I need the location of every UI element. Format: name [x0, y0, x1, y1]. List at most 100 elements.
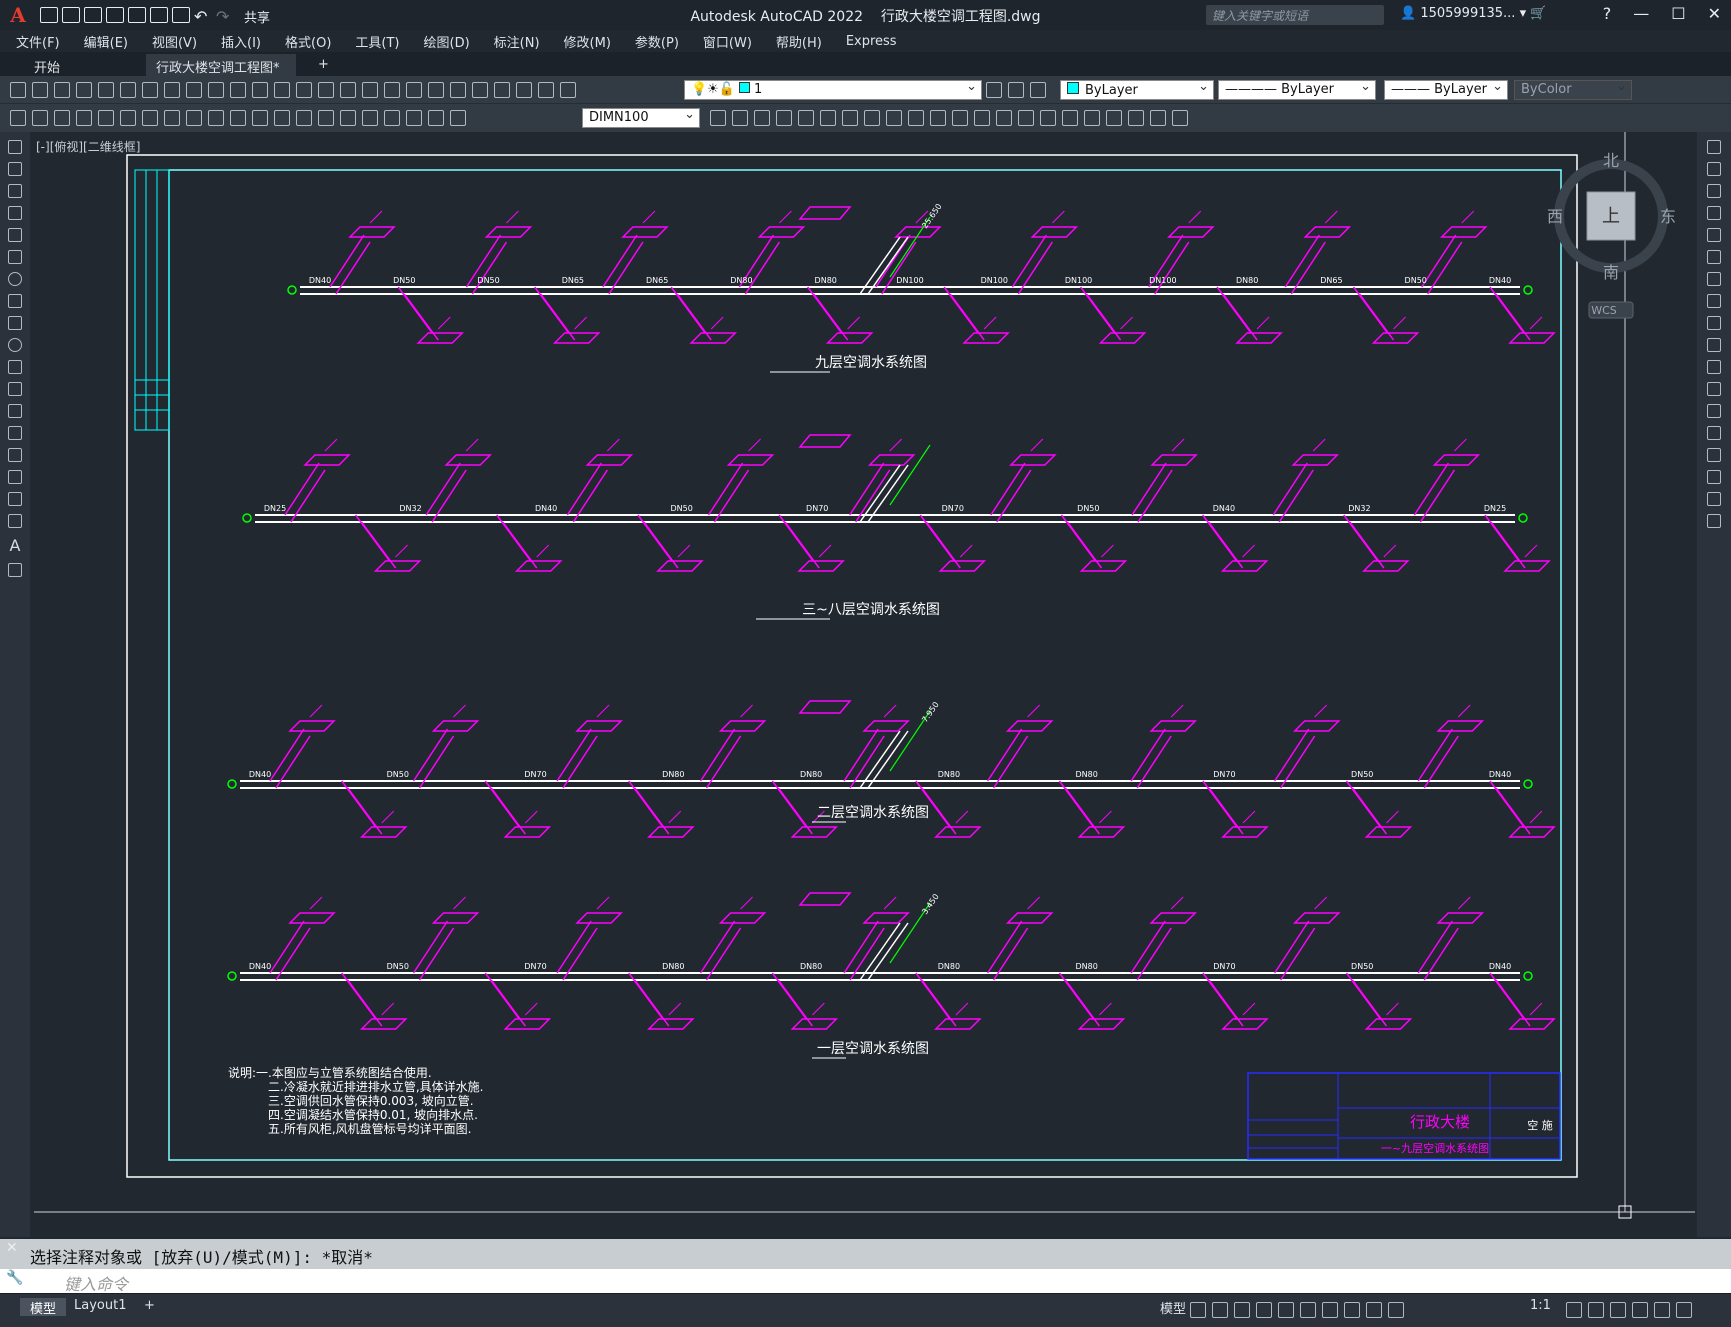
dimstyle-dropdown[interactable]: DIMN100: [582, 107, 700, 128]
fillet-icon[interactable]: [1707, 470, 1721, 484]
hatch-edit-icon[interactable]: [1172, 110, 1188, 126]
group-icon[interactable]: [1128, 110, 1144, 126]
osnap-icon[interactable]: [1322, 1302, 1338, 1318]
cut-icon[interactable]: [164, 82, 180, 98]
scale-icon[interactable]: [1707, 294, 1721, 308]
make-block-icon[interactable]: [8, 404, 22, 418]
break-at-point-icon[interactable]: [1707, 382, 1721, 396]
rotate-icon[interactable]: [1707, 272, 1721, 286]
add-selected-icon[interactable]: [8, 563, 22, 577]
dim-jogged-icon[interactable]: [142, 110, 158, 126]
close-command-icon[interactable]: ✕: [6, 1240, 18, 1256]
menu-file[interactable]: 文件(F): [16, 32, 60, 51]
point-icon[interactable]: [8, 426, 22, 440]
center-mark-icon[interactable]: [318, 110, 334, 126]
gradient-icon[interactable]: [8, 470, 22, 484]
preview-icon[interactable]: [98, 82, 114, 98]
layer-previous-icon[interactable]: [1008, 82, 1024, 98]
extend-icon[interactable]: [1707, 360, 1721, 374]
otrack-icon[interactable]: [1300, 1302, 1316, 1318]
rectangle-icon[interactable]: [8, 228, 22, 242]
open-icon[interactable]: [32, 82, 48, 98]
align-icon[interactable]: [1084, 110, 1100, 126]
help-icon[interactable]: [538, 82, 554, 98]
plot-icon[interactable]: [172, 7, 190, 23]
open-web-icon[interactable]: [128, 7, 146, 23]
scale-icon[interactable]: [864, 110, 880, 126]
inspect-icon[interactable]: [340, 110, 356, 126]
offset-icon[interactable]: [776, 110, 792, 126]
trim-icon[interactable]: [908, 110, 924, 126]
dim-update-icon[interactable]: [428, 110, 444, 126]
chamfer-icon[interactable]: [996, 110, 1012, 126]
isodraft-icon[interactable]: [1278, 1302, 1294, 1318]
break-icon[interactable]: [952, 110, 968, 126]
grid-icon[interactable]: [1190, 1302, 1206, 1318]
menu-format[interactable]: 格式(O): [285, 32, 331, 51]
blockedit-icon[interactable]: [252, 82, 268, 98]
make-current-icon[interactable]: [986, 82, 1002, 98]
save-icon[interactable]: [54, 82, 70, 98]
tab-active-drawing[interactable]: 行政大楼空调工程图* ✕: [146, 54, 296, 91]
designcenter-icon[interactable]: [428, 82, 444, 98]
autoscale-icon[interactable]: [1388, 1302, 1404, 1318]
sheetset-icon[interactable]: [472, 82, 488, 98]
annotation-visibility-icon[interactable]: [1366, 1302, 1382, 1318]
draworder-icon[interactable]: [1106, 110, 1122, 126]
dim-radius-icon[interactable]: [120, 110, 136, 126]
view-cube-top[interactable]: 上: [1602, 206, 1620, 227]
dimtedit-icon[interactable]: [406, 110, 422, 126]
maximize-icon[interactable]: ☐: [1671, 4, 1685, 23]
compass-north[interactable]: 北: [1603, 151, 1619, 170]
tab-layout1[interactable]: Layout1: [64, 1298, 136, 1316]
close-icon[interactable]: ✕: [1708, 4, 1721, 23]
hatch-icon[interactable]: [8, 448, 22, 462]
3dprint-icon[interactable]: [142, 82, 158, 98]
customize-icon[interactable]: [1676, 1302, 1692, 1318]
matchprop-icon[interactable]: [230, 82, 246, 98]
user-account[interactable]: 👤 1505999135... ▾ 🛒: [1400, 6, 1546, 21]
compass-east[interactable]: 东: [1660, 207, 1676, 226]
revcloud-icon[interactable]: [8, 294, 22, 308]
move-icon[interactable]: [1707, 250, 1721, 264]
blend-icon[interactable]: [1707, 492, 1721, 506]
menu-tools[interactable]: 工具(T): [355, 32, 399, 51]
gear-icon[interactable]: [1566, 1302, 1582, 1318]
menu-express[interactable]: Express: [846, 34, 897, 49]
save-web-icon[interactable]: [150, 7, 168, 23]
jogged-linear-icon[interactable]: [362, 110, 378, 126]
isolate-icon[interactable]: [1610, 1302, 1626, 1318]
dim-linear-icon[interactable]: [32, 110, 48, 126]
publish-icon[interactable]: [120, 82, 136, 98]
join-icon[interactable]: [974, 110, 990, 126]
extend-icon[interactable]: [930, 110, 946, 126]
snap-icon[interactable]: [1212, 1302, 1228, 1318]
insert-block-icon[interactable]: [8, 382, 22, 396]
rotate-icon[interactable]: [842, 110, 858, 126]
drawing-canvas[interactable]: DN40 DN50 DN50 DN65 DN65 DN80 DN80 DN100 DN100 DN…: [30, 132, 1697, 1237]
trim-icon[interactable]: [1707, 338, 1721, 352]
new-tab-button[interactable]: +: [308, 54, 339, 76]
paste-icon[interactable]: [208, 82, 224, 98]
ortho-icon[interactable]: [1234, 1302, 1250, 1318]
dim-break-icon[interactable]: [274, 110, 290, 126]
search-input[interactable]: 键入关键字或短语: [1206, 5, 1384, 25]
dim-continue-icon[interactable]: [230, 110, 246, 126]
zoom-window-icon[interactable]: [362, 82, 378, 98]
explode-icon[interactable]: [1062, 110, 1078, 126]
menu-window[interactable]: 窗口(W): [703, 32, 752, 51]
polar-icon[interactable]: [1256, 1302, 1272, 1318]
linetype-dropdown[interactable]: ———— ByLayer: [1218, 79, 1376, 100]
fillet-icon[interactable]: [1018, 110, 1034, 126]
pan-icon[interactable]: [318, 82, 334, 98]
ellipse-icon[interactable]: [8, 338, 22, 352]
spline-icon[interactable]: [8, 316, 22, 330]
help-icon[interactable]: ?: [1603, 4, 1612, 23]
menu-edit[interactable]: 编辑(E): [84, 32, 128, 51]
menu-parametric[interactable]: 参数(P): [635, 32, 679, 51]
plotstyle-dropdown[interactable]: ByColor: [1514, 79, 1632, 100]
dim-angular-icon[interactable]: [186, 110, 202, 126]
join-icon[interactable]: [1707, 426, 1721, 440]
array-icon[interactable]: [798, 110, 814, 126]
chamfer-icon[interactable]: [1707, 448, 1721, 462]
